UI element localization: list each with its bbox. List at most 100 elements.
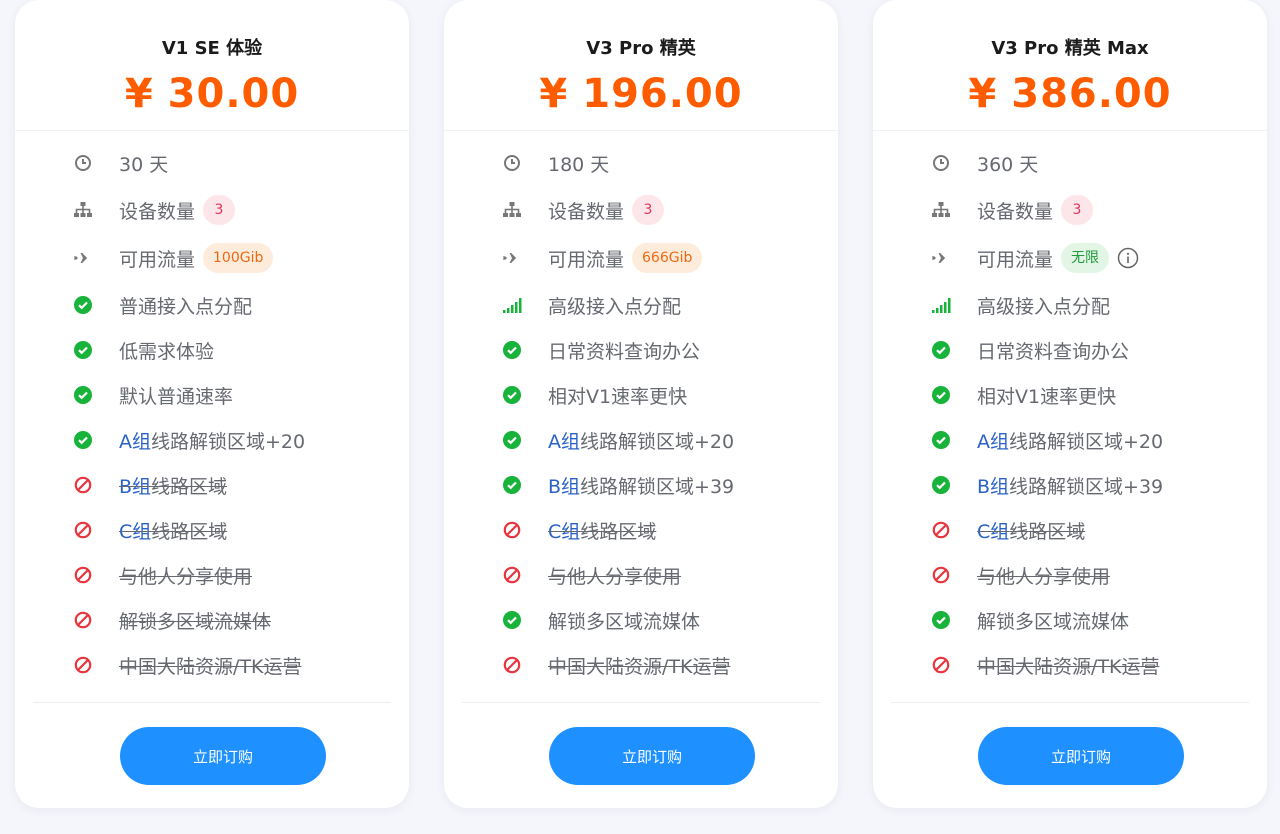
feature-detail: 线路解锁区域+39 — [1009, 475, 1164, 498]
feature-text: A组线路解锁区域+20 — [548, 427, 734, 454]
clock-icon — [931, 153, 951, 173]
fighter-jet-icon — [502, 248, 522, 268]
check-circle-icon — [931, 430, 951, 450]
duration-text: 180 天 — [548, 153, 610, 176]
traffic-badge: 100Gib — [203, 243, 274, 273]
sitemap-icon — [502, 200, 522, 220]
check-circle-icon — [931, 385, 951, 405]
feature-row: B组线路区域 — [73, 467, 389, 503]
feature-detail: 线路解锁区域+20 — [1009, 430, 1164, 453]
group-label: C组 — [548, 520, 581, 543]
feature-detail: 线路解锁区域+39 — [580, 475, 735, 498]
check-circle-icon — [502, 385, 522, 405]
feature-list: 360 天 设备数量 3 可用流量 无限 高级接入点分配 日常资料查询办公 相对… — [873, 131, 1267, 678]
feature-text: C组线路区域 — [977, 517, 1085, 544]
duration-text: 360 天 — [977, 153, 1039, 176]
forbidden-icon — [502, 655, 522, 675]
feature-row: B组线路解锁区域+39 — [502, 467, 818, 503]
plan-name: V3 Pro 精英 — [586, 38, 696, 59]
feature-text: B组线路区域 — [119, 472, 227, 499]
info-icon[interactable] — [1117, 247, 1139, 269]
feature-list: 30 天 设备数量 3 可用流量 100Gib 普通接入点分配 低需求体验 默认… — [15, 131, 409, 678]
plan-header: V3 Pro 精英 ¥196.00 — [444, 0, 838, 131]
duration-row: 180 天 — [502, 145, 818, 181]
feature-text: 中国大陆资源/TK运营 — [977, 655, 1160, 678]
plan-card-v1-se: V1 SE 体验 ¥30.00 30 天 设备数量 3 可用流量 100Gib … — [15, 0, 409, 808]
plan-name: V1 SE 体验 — [161, 38, 263, 59]
feature-text: C组线路区域 — [548, 517, 656, 544]
traffic-label: 可用流量 — [977, 248, 1054, 271]
check-circle-icon — [73, 385, 93, 405]
check-circle-icon — [502, 340, 522, 360]
forbidden-icon — [502, 565, 522, 585]
divider — [891, 702, 1249, 703]
duration-row: 30 天 — [73, 145, 389, 181]
feature-row: 日常资料查询办公 — [931, 332, 1247, 368]
devices-label: 设备数量 — [548, 200, 625, 223]
plan-header: V1 SE 体验 ¥30.00 — [15, 0, 409, 131]
forbidden-icon — [931, 520, 951, 540]
feature-row: 解锁多区域流媒体 — [931, 602, 1247, 638]
feature-text: 低需求体验 — [119, 340, 215, 363]
duration-row: 360 天 — [931, 145, 1247, 181]
check-circle-icon — [931, 610, 951, 630]
feature-row: 普通接入点分配 — [73, 287, 389, 323]
feature-text: 与他人分享使用 — [548, 565, 682, 588]
feature-row: 与他人分享使用 — [73, 557, 389, 593]
price-value: 30.00 — [167, 71, 300, 117]
group-label: B组 — [977, 475, 1010, 498]
plan-header: V3 Pro 精英 Max ¥386.00 — [873, 0, 1267, 131]
devices-label: 设备数量 — [119, 200, 196, 223]
feature-text: 与他人分享使用 — [119, 565, 253, 588]
buy-now-button[interactable]: 立即订购 — [549, 727, 755, 785]
feature-text: 日常资料查询办公 — [548, 340, 701, 363]
feature-row: 解锁多区域流媒体 — [502, 602, 818, 638]
devices-count-badge: 3 — [1061, 195, 1094, 225]
feature-row: A组线路解锁区域+20 — [931, 422, 1247, 458]
buy-now-button[interactable]: 立即订购 — [120, 727, 326, 785]
traffic-row: 可用流量 100Gib — [73, 240, 389, 276]
buy-now-button[interactable]: 立即订购 — [978, 727, 1184, 785]
feature-text: 解锁多区域流媒体 — [548, 610, 701, 633]
plan-card-v3-pro: V3 Pro 精英 ¥196.00 180 天 设备数量 3 可用流量 666G… — [444, 0, 838, 808]
check-circle-icon — [931, 340, 951, 360]
devices-row: 设备数量 3 — [931, 192, 1247, 228]
feature-row: 相对V1速率更快 — [931, 377, 1247, 413]
check-circle-icon — [73, 430, 93, 450]
fighter-jet-icon — [931, 248, 951, 268]
forbidden-icon — [73, 520, 93, 540]
forbidden-icon — [931, 565, 951, 585]
group-label: A组 — [977, 430, 1009, 453]
check-circle-icon — [931, 475, 951, 495]
plan-name: V3 Pro 精英 Max — [991, 38, 1149, 59]
traffic-badge: 无限 — [1061, 243, 1110, 273]
check-circle-icon — [73, 295, 93, 315]
sitemap-icon — [73, 200, 93, 220]
feature-detail: 线路区域 — [580, 520, 657, 543]
traffic-row: 可用流量 无限 — [931, 240, 1247, 276]
feature-row: 高级接入点分配 — [931, 287, 1247, 323]
feature-row: 日常资料查询办公 — [502, 332, 818, 368]
check-circle-icon — [73, 340, 93, 360]
divider — [33, 702, 391, 703]
currency-symbol: ¥ — [539, 71, 569, 117]
feature-row: 中国大陆资源/TK运营 — [502, 647, 818, 683]
fighter-jet-icon — [73, 248, 93, 268]
feature-row: 默认普通速率 — [73, 377, 389, 413]
group-label: C组 — [977, 520, 1010, 543]
feature-text: 默认普通速率 — [119, 385, 234, 408]
feature-detail: 线路解锁区域+20 — [580, 430, 735, 453]
price-value: 196.00 — [582, 71, 743, 117]
check-circle-icon — [502, 475, 522, 495]
devices-count-badge: 3 — [203, 195, 236, 225]
feature-detail: 线路区域 — [151, 520, 228, 543]
feature-text: 中国大陆资源/TK运营 — [548, 655, 731, 678]
feature-detail: 线路解锁区域+20 — [151, 430, 306, 453]
clock-icon — [502, 153, 522, 173]
feature-text: A组线路解锁区域+20 — [977, 427, 1163, 454]
feature-row: C组线路区域 — [73, 512, 389, 548]
forbidden-icon — [73, 655, 93, 675]
feature-text: 高级接入点分配 — [977, 295, 1111, 318]
feature-text: 中国大陆资源/TK运营 — [119, 655, 302, 678]
forbidden-icon — [931, 655, 951, 675]
